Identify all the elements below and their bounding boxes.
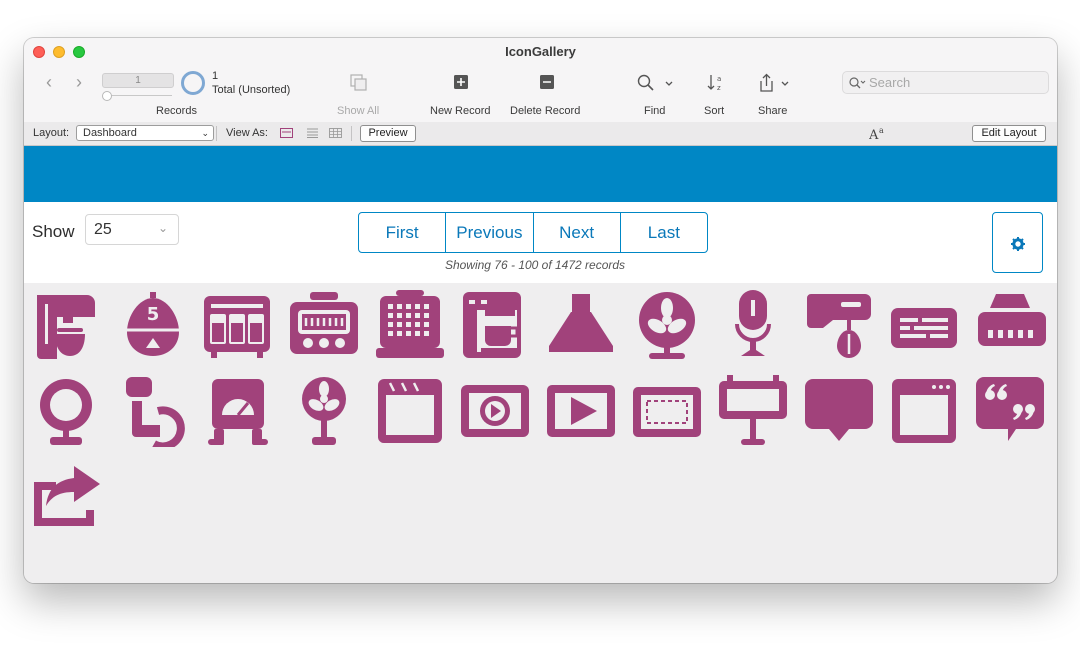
play-button-icon[interactable] (545, 375, 617, 447)
view-as-label: View As: (226, 127, 268, 139)
icon-gallery-grid: 5 (24, 285, 1057, 583)
search-placeholder: Search (869, 75, 911, 90)
divider (216, 126, 217, 141)
range-hood-icon[interactable] (545, 290, 617, 362)
preview-button[interactable]: Preview (360, 125, 416, 142)
new-record-label[interactable]: New Record (430, 105, 491, 117)
window-title: IconGallery (505, 44, 576, 59)
hand-mixer-icon[interactable] (803, 290, 875, 362)
divider (351, 126, 352, 141)
app-window: IconGallery ‹ › 1 1 Total (Unsorted) Rec… (24, 38, 1057, 583)
stand-mixer-icon[interactable] (29, 290, 101, 362)
previous-page-button[interactable]: Previous (446, 213, 534, 252)
pager: First Previous Next Last (358, 212, 708, 253)
sort-icon[interactable]: a z (707, 73, 725, 93)
share-icon[interactable] (758, 73, 792, 93)
records-label: Records (156, 105, 197, 117)
egg-timer-icon[interactable]: 5 (117, 290, 189, 362)
search-input[interactable]: Search (842, 71, 1049, 94)
espresso-machine-icon[interactable] (459, 290, 531, 362)
show-all-icon[interactable] (350, 74, 368, 92)
oven-icon[interactable] (201, 290, 273, 362)
header-banner (24, 146, 1057, 202)
show-label: Show (32, 222, 75, 241)
page-size-select[interactable]: 25 ⌄ (85, 214, 179, 245)
chevron-down-icon: ⌄ (201, 128, 209, 138)
pedestal-fan-icon[interactable] (288, 375, 360, 447)
meter-box-icon[interactable] (202, 375, 274, 447)
delete-record-icon[interactable] (540, 75, 554, 89)
last-page-button[interactable]: Last (621, 213, 707, 252)
record-pie-icon (181, 71, 205, 95)
wheelchair-icon[interactable] (116, 375, 188, 447)
list-view-icon[interactable] (306, 128, 319, 138)
svg-text:a: a (879, 126, 884, 135)
page-size-value: 25 (94, 221, 112, 238)
record-number-field[interactable]: 1 (102, 73, 174, 88)
paging-controls: Show 25 ⌄ First Previous Next Last Showi… (24, 202, 1057, 283)
share-label[interactable]: Share (758, 105, 787, 117)
table-view-icon[interactable] (329, 128, 342, 138)
record-count: 1 (212, 70, 219, 82)
edit-layout-button[interactable]: Edit Layout (972, 125, 1046, 142)
magnifier-stand-icon[interactable] (32, 375, 104, 447)
dashed-frame-icon[interactable] (631, 375, 703, 447)
record-slider-track (104, 95, 172, 96)
showing-records-text: Showing 76 - 100 of 1472 records (444, 258, 626, 272)
form-view-icon[interactable] (280, 128, 293, 138)
svg-text:a: a (717, 75, 721, 83)
settings-button[interactable] (992, 212, 1043, 273)
layout-value: Dashboard (83, 127, 137, 139)
new-record-icon[interactable] (454, 75, 468, 89)
share-export-icon[interactable] (30, 460, 102, 532)
speech-bubble-icon[interactable] (803, 375, 875, 447)
desk-fan-icon[interactable] (631, 290, 703, 362)
quote-bubble-icon[interactable] (974, 375, 1046, 447)
waffle-maker-icon[interactable] (374, 290, 446, 362)
next-page-button[interactable]: Next (534, 213, 621, 252)
browser-window-icon[interactable] (374, 375, 446, 447)
svg-text:5: 5 (147, 304, 160, 325)
first-page-button[interactable]: First (359, 213, 447, 252)
layout-select[interactable]: Dashboard ⌄ (76, 125, 214, 141)
record-total: Total (Unsorted) (212, 84, 291, 96)
record-slider-knob[interactable] (102, 91, 112, 101)
gear-icon (1011, 237, 1025, 251)
toolbar: IconGallery ‹ › 1 1 Total (Unsorted) Rec… (24, 38, 1057, 123)
svg-text:z: z (717, 84, 721, 92)
chevron-down-icon: ⌄ (157, 221, 168, 235)
search-icon (849, 77, 866, 89)
find-icon[interactable] (637, 74, 673, 92)
layout-label: Layout: (33, 127, 70, 139)
layout-bar: Layout: Dashboard ⌄ View As: Preview A a… (24, 122, 1057, 146)
video-play-icon[interactable] (459, 375, 531, 447)
show-all-label[interactable]: Show All (337, 105, 379, 117)
find-label[interactable]: Find (644, 105, 665, 117)
app-window-icon[interactable] (888, 375, 960, 447)
svg-text:A: A (869, 128, 879, 141)
billboard-icon[interactable] (717, 375, 789, 447)
next-record-icon[interactable]: › (76, 72, 82, 93)
range-hood-vent-icon[interactable] (974, 290, 1046, 362)
toaster-oven-icon[interactable] (288, 290, 360, 362)
previous-record-icon[interactable]: ‹ (46, 72, 52, 93)
text-format-icon[interactable]: A a (869, 125, 887, 141)
microphone-stand-icon[interactable] (717, 290, 789, 362)
delete-record-label[interactable]: Delete Record (510, 105, 580, 117)
radio-panel-icon[interactable] (888, 290, 960, 362)
sort-label[interactable]: Sort (704, 105, 724, 117)
